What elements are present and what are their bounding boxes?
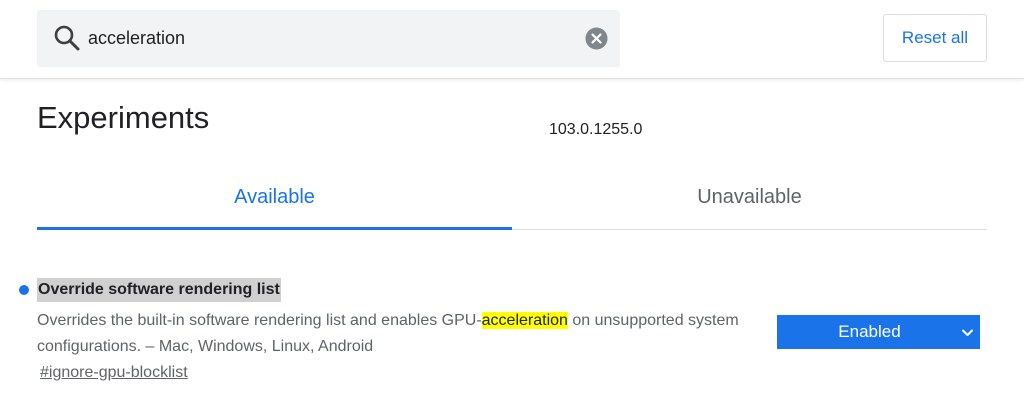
search-box[interactable]: [37, 10, 620, 67]
header: Reset all: [0, 0, 1024, 79]
search-input[interactable]: [88, 20, 568, 56]
experiment-description: Overrides the built-in software renderin…: [37, 308, 767, 360]
selected-option: Enabled: [838, 322, 901, 341]
experiment-permalink[interactable]: #ignore-gpu-blocklist: [40, 364, 188, 382]
tab-available[interactable]: Available: [37, 166, 512, 230]
tab-bar: Available Unavailable: [37, 166, 987, 230]
modified-indicator-dot: [19, 285, 29, 295]
reset-all-button[interactable]: Reset all: [883, 14, 987, 62]
flags-page: Reset all Experiments 103.0.1255.0 Avail…: [0, 0, 1024, 412]
tab-unavailable[interactable]: Unavailable: [512, 166, 987, 229]
search-match-highlight: acceleration: [481, 312, 568, 329]
description-text-before: Overrides the built-in software renderin…: [37, 312, 482, 329]
experiment-title: Override software rendering list: [37, 278, 281, 302]
chevron-down-icon: [962, 329, 973, 336]
search-icon: [54, 25, 80, 51]
clear-search-icon[interactable]: [585, 27, 608, 50]
page-title: Experiments: [37, 100, 210, 135]
version-label: 103.0.1255.0: [549, 121, 643, 138]
experiment-state-select[interactable]: Enabled: [777, 315, 980, 349]
